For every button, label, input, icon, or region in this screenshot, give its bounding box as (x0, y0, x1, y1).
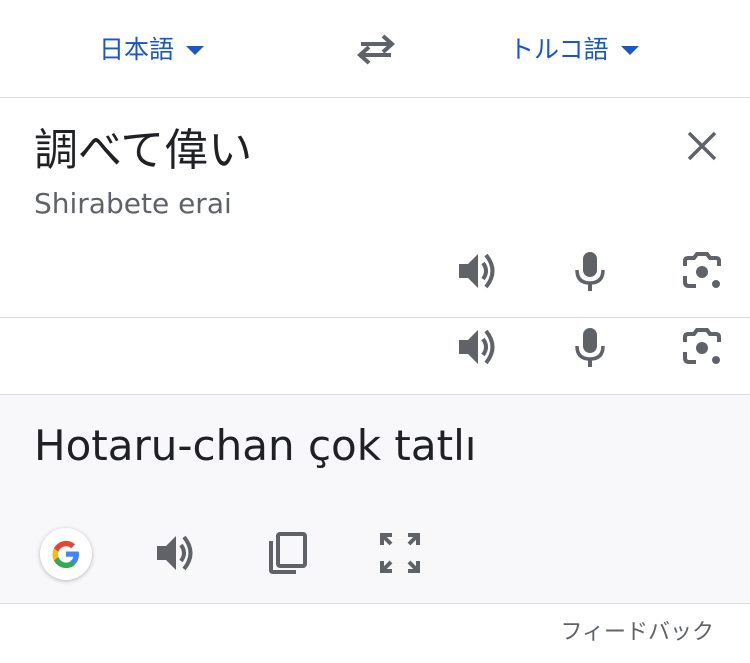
source-romanization: Shirabete erai (34, 187, 232, 220)
feedback-link[interactable]: フィードバック (560, 618, 714, 648)
microphone-icon[interactable] (568, 249, 612, 293)
microphone-icon[interactable] (568, 325, 612, 369)
dropdown-arrow-icon (620, 45, 639, 55)
camera-lens-icon[interactable] (680, 249, 724, 293)
close-icon[interactable] (684, 128, 720, 164)
divider (0, 317, 750, 318)
speaker-icon[interactable] (154, 531, 198, 575)
copy-icon[interactable] (266, 531, 310, 575)
speaker-icon[interactable] (456, 249, 500, 293)
speaker-icon[interactable] (456, 325, 500, 369)
dropdown-arrow-icon (186, 45, 205, 55)
google-logo-icon (52, 540, 79, 568)
language-bar: 日本語 トルコ語 (0, 0, 750, 98)
fullscreen-icon[interactable] (378, 531, 422, 575)
source-text[interactable]: 調べて偉い (34, 124, 252, 178)
target-language-label: トルコ語 (509, 35, 609, 64)
camera-lens-icon[interactable] (680, 325, 724, 369)
source-language-label: 日本語 (99, 35, 175, 64)
translation-text: Hotaru-chan çok tatlı (34, 421, 477, 470)
target-language-selector[interactable]: トルコ語 (509, 30, 639, 66)
google-button[interactable] (40, 528, 92, 580)
source-language-selector[interactable]: 日本語 (99, 30, 205, 66)
swap-languages-icon[interactable] (355, 32, 397, 66)
